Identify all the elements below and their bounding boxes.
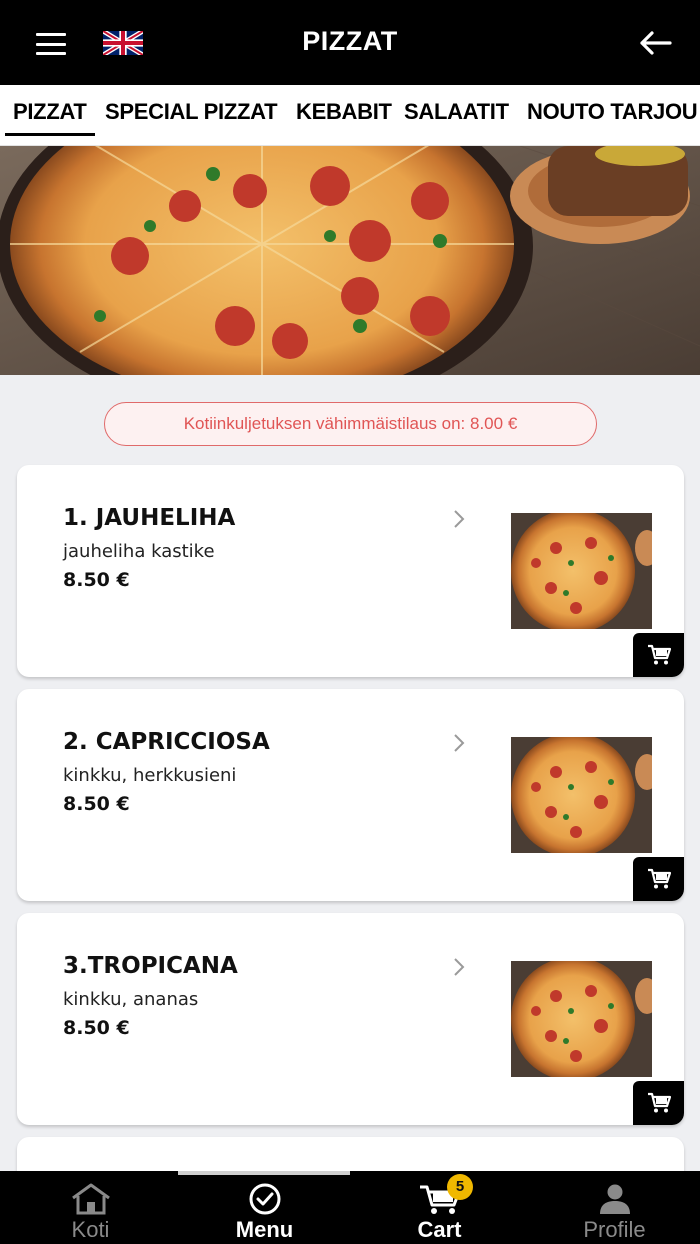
product-price: 8.50 € (63, 793, 130, 815)
nav-koti[interactable]: Koti (3, 1171, 178, 1244)
cart-count-badge: 5 (447, 1174, 473, 1200)
product-name: 1. JAUHELIHA (63, 505, 236, 531)
product-name: 2. CAPRICCIOSA (63, 729, 270, 755)
cart-icon (647, 644, 671, 665)
tab-nouto-tarjoukset[interactable]: NOUTO TARJOU (527, 85, 698, 145)
nav-label: Menu (235, 1217, 294, 1242)
cart-icon (647, 1092, 671, 1113)
product-card[interactable]: 1. JAUHELIHA jauheliha kastike 8.50 € (17, 465, 684, 677)
tab-special-pizzat[interactable]: SPECIAL PIZZAT (105, 85, 278, 145)
nav-label: Cart (417, 1217, 462, 1242)
nav-profile[interactable]: Profile (527, 1171, 700, 1244)
cart-icon (647, 868, 671, 889)
add-to-cart-button[interactable] (633, 633, 684, 677)
bottom-navigation: Koti Menu 5 Cart Profile (0, 1171, 700, 1244)
product-description: kinkku, ananas (63, 989, 199, 1010)
product-name: 3.TROPICANA (63, 953, 238, 979)
product-price: 8.50 € (63, 569, 130, 591)
chevron-right-icon[interactable] (451, 508, 467, 530)
tab-salaatit[interactable]: SALAATIT (404, 85, 509, 145)
tab-pizzat[interactable]: PIZZAT (5, 85, 95, 145)
product-image (511, 737, 652, 853)
add-to-cart-button[interactable] (633, 857, 684, 901)
category-tabs: PIZZAT SPECIAL PIZZAT KEBABIT SALAATIT N… (0, 85, 700, 146)
add-to-cart-button[interactable] (633, 1081, 684, 1125)
page-title: PIZZAT (302, 26, 398, 56)
check-circle-icon (249, 1183, 280, 1215)
tab-kebabit[interactable]: KEBABIT (296, 85, 392, 145)
home-icon (71, 1183, 110, 1215)
hero-pizza-image (0, 146, 700, 375)
product-card[interactable]: 2. CAPRICCIOSA kinkku, herkkusieni 8.50 … (17, 689, 684, 901)
product-description: kinkku, herkkusieni (63, 765, 237, 786)
user-icon (599, 1184, 630, 1214)
chevron-right-icon[interactable] (451, 732, 467, 754)
product-card[interactable]: 3.TROPICANA kinkku, ananas 8.50 € (17, 913, 684, 1125)
nav-label: Koti (71, 1217, 110, 1242)
chevron-right-icon[interactable] (451, 956, 467, 978)
nav-cart[interactable]: 5 Cart (352, 1171, 527, 1244)
min-order-notice: Kotiinkuljetuksen vähimmäistilaus on: 8.… (104, 402, 597, 446)
product-description: jauheliha kastike (63, 541, 215, 562)
active-nav-indicator (178, 1171, 350, 1175)
nav-label: Profile (583, 1217, 646, 1242)
app-header: PIZZAT (0, 0, 700, 85)
product-image (511, 961, 652, 1077)
product-price: 8.50 € (63, 1017, 130, 1039)
arrow-left-icon[interactable] (638, 30, 672, 56)
nav-menu[interactable]: Menu (177, 1171, 352, 1244)
product-image (511, 513, 652, 629)
